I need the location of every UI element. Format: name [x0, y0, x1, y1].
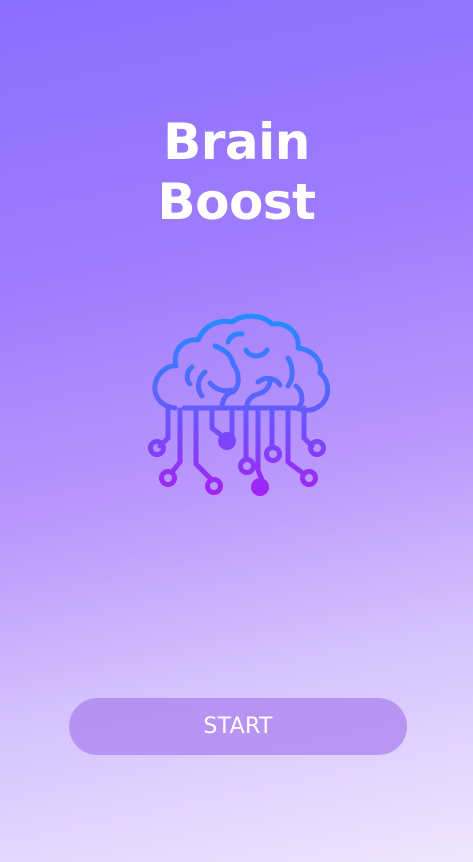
start-button[interactable]: START: [69, 698, 407, 755]
brain-circuit-icon: [148, 313, 331, 496]
app-title-line-1: Brain: [163, 113, 310, 171]
splash-screen: Brain Boost START: [0, 0, 473, 862]
app-title-line-2: Boost: [157, 173, 316, 231]
app-title: Brain Boost: [0, 112, 473, 232]
